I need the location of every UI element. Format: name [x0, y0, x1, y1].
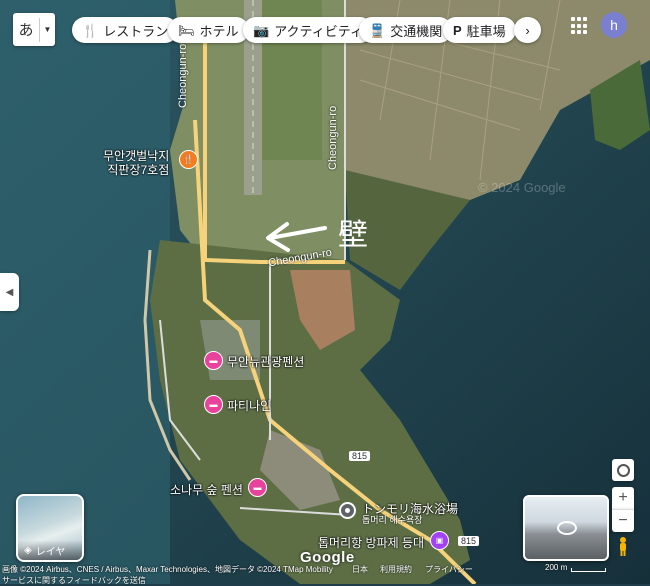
street-view-rotate-icon — [557, 521, 577, 535]
map-attribution: 画像 ©2024 Airbus、CNES / Airbus、Maxar Tech… — [2, 565, 333, 574]
restaurant-icon: 🍴 — [82, 22, 99, 38]
hotel-pin[interactable]: ▬ — [204, 351, 223, 370]
street-view-thumbnail[interactable] — [523, 495, 609, 561]
annotation-label: 壁 — [338, 218, 368, 253]
chip-transit[interactable]: 🚆 交通機関 — [359, 17, 453, 43]
chip-restaurants[interactable]: 🍴 レストラン — [72, 17, 179, 43]
input-language-button[interactable]: あ ▼ — [13, 13, 55, 46]
zoom-out-button[interactable]: − — [612, 509, 634, 532]
feedback-link[interactable]: サービスに関するフィードバックを送信 — [2, 575, 146, 586]
camera-icon: ▣ — [435, 536, 444, 545]
beach-icon — [345, 508, 350, 513]
place-name: 무안갯벌낙지 — [103, 149, 170, 163]
plus-icon: + — [618, 489, 628, 506]
chevron-right-icon: › — [525, 22, 530, 38]
beach-pin[interactable] — [339, 502, 356, 519]
route-shield: 815 — [349, 451, 371, 461]
restaurant-pin[interactable]: 🍴 — [179, 150, 198, 169]
place-label[interactable]: 무안뉴관광펜션 — [227, 353, 304, 370]
caret-down-icon[interactable]: ▼ — [40, 25, 55, 34]
scale-label[interactable]: 200 m — [545, 563, 567, 572]
parking-icon: P — [453, 22, 462, 38]
camera-icon: 📷 — [253, 22, 270, 38]
place-name: 직판장7호점 — [107, 163, 170, 177]
attraction-pin[interactable]: ▣ — [430, 531, 449, 550]
layers-icon: ◈ — [24, 544, 32, 556]
privacy-link[interactable]: プライバシー — [425, 564, 473, 575]
pegman-button[interactable] — [613, 537, 633, 557]
chip-label: 駐車場 — [466, 23, 506, 39]
layers-label-row: ◈ レイヤ — [18, 540, 82, 560]
chip-label: レストラン — [103, 23, 169, 39]
apps-grid-icon[interactable] — [569, 15, 591, 37]
chip-hotels[interactable]: 🛏 ホテル — [168, 17, 249, 43]
region-link[interactable]: 日本 — [352, 564, 368, 575]
collapse-side-panel-button[interactable]: ◀ — [0, 273, 19, 311]
hotel-pin[interactable]: ▬ — [204, 395, 223, 414]
language-label: あ — [18, 22, 34, 39]
place-label[interactable]: 소나무 숲 펜션 — [170, 481, 243, 498]
hotel-pin[interactable]: ▬ — [248, 478, 267, 497]
train-icon: 🚆 — [369, 22, 386, 38]
hotel-icon: 🛏 — [178, 22, 195, 38]
terms-link[interactable]: 利用規約 — [380, 564, 412, 575]
restaurant-icon: 🍴 — [182, 154, 195, 164]
place-label[interactable]: 무안갯벌낙지 직판장7호점 — [103, 149, 169, 177]
chip-label: 交通機関 — [390, 23, 443, 39]
hotel-icon: ▬ — [209, 356, 218, 365]
chip-parking[interactable]: P 駐車場 — [443, 17, 516, 43]
zoom-in-button[interactable]: + — [612, 487, 634, 509]
hotel-icon: ▬ — [253, 483, 262, 492]
road-label: Cheongun-ro — [177, 43, 189, 108]
layers-label: レイヤ — [35, 546, 66, 558]
minus-icon: − — [618, 512, 628, 529]
scale-bar — [571, 568, 606, 572]
route-shield: 815 — [458, 536, 480, 546]
my-location-button[interactable] — [612, 459, 634, 481]
chip-label: アクティビティ — [274, 23, 363, 39]
road-label: Cheongun-ro — [327, 105, 339, 170]
layers-button[interactable]: ◈ レイヤ — [16, 494, 84, 562]
chip-label: ホテル — [199, 23, 239, 39]
more-chips-button[interactable]: › — [514, 17, 541, 43]
map-watermark: © 2024 Google — [478, 180, 566, 195]
location-target-icon — [616, 463, 630, 477]
place-label[interactable]: 파티나인 — [227, 397, 271, 414]
pegman-icon — [620, 537, 626, 556]
avatar[interactable]: h — [601, 12, 627, 38]
place-sublabel: 톱머리 해수욕장 — [362, 515, 423, 525]
chevron-left-icon: ◀ — [5, 286, 14, 298]
chip-activities[interactable]: 📷 アクティビティ — [243, 17, 373, 43]
hotel-icon: ▬ — [209, 400, 218, 409]
